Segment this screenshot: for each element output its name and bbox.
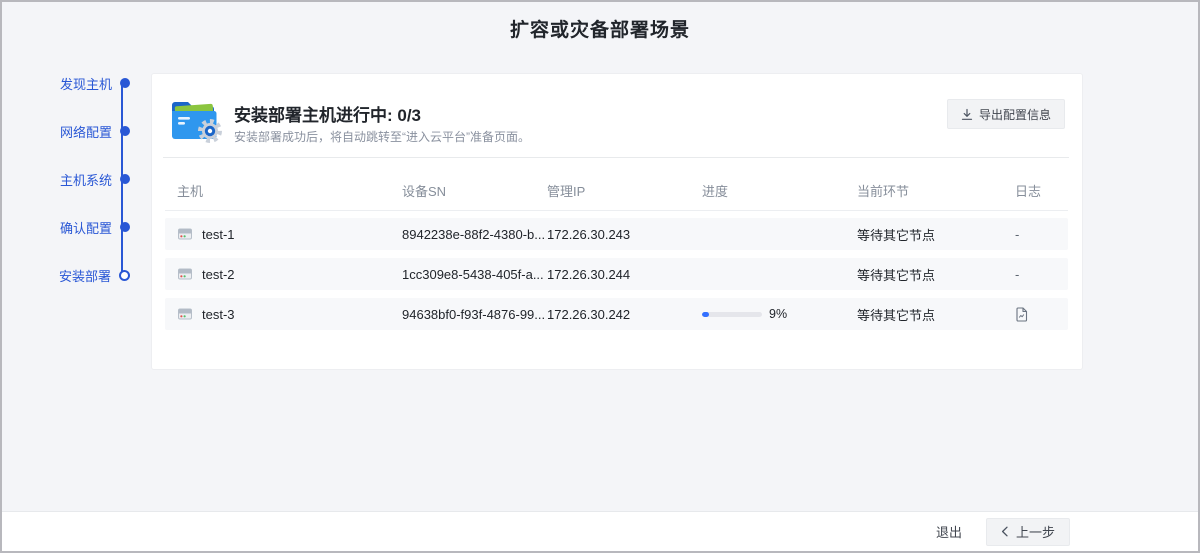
stepper-item-dot bbox=[119, 270, 130, 281]
host-icon bbox=[177, 306, 193, 322]
log-empty: - bbox=[1015, 227, 1019, 242]
table-row: test-2 1cc309e8-5438-405f-a... 172.26.30… bbox=[165, 258, 1068, 290]
host-name: test-1 bbox=[202, 227, 235, 242]
stepper-item: 网络配置 bbox=[56, 124, 130, 138]
log-file-icon[interactable] bbox=[1015, 307, 1028, 322]
column-header: 进度 bbox=[702, 181, 857, 200]
management-ip: 172.26.30.244 bbox=[547, 267, 702, 282]
current-stage: 等待其它节点 bbox=[857, 265, 1015, 284]
log-cell: - bbox=[1015, 267, 1068, 282]
export-config-label: 导出配置信息 bbox=[979, 106, 1051, 123]
stepper-item-dot bbox=[120, 78, 130, 88]
current-stage: 等待其它节点 bbox=[857, 305, 1015, 324]
host-name: test-3 bbox=[202, 307, 235, 322]
table-header-row: 主机设备SN管理IP进度当前环节日志 bbox=[165, 170, 1068, 210]
download-icon bbox=[961, 108, 973, 121]
host-name: test-2 bbox=[202, 267, 235, 282]
log-cell bbox=[1015, 307, 1068, 322]
progress-bar bbox=[702, 312, 762, 317]
column-header: 管理IP bbox=[547, 181, 702, 200]
stepper-item-dot bbox=[120, 174, 130, 184]
host-cell: test-2 bbox=[177, 266, 402, 282]
current-stage: 等待其它节点 bbox=[857, 225, 1015, 244]
progress-value: 9% bbox=[769, 307, 787, 321]
table-header-divider bbox=[165, 210, 1068, 211]
host-cell: test-3 bbox=[177, 306, 402, 322]
table-row: test-1 8942238e-88f2-4380-b... 172.26.30… bbox=[165, 218, 1068, 250]
table-body: test-1 8942238e-88f2-4380-b... 172.26.30… bbox=[165, 218, 1068, 330]
stepper-item-dot bbox=[120, 222, 130, 232]
host-cell: test-1 bbox=[177, 226, 402, 242]
table-row: test-3 94638bf0-f93f-4876-99... 172.26.3… bbox=[165, 298, 1068, 330]
stepper-item: 确认配置 bbox=[56, 220, 130, 234]
stepper-item-label: 发现主机 bbox=[60, 74, 112, 93]
panel-title: 安装部署主机进行中: 0/3 bbox=[234, 101, 421, 126]
management-ip: 172.26.30.242 bbox=[547, 307, 702, 322]
divider bbox=[163, 157, 1069, 158]
stepper-item: 发现主机 bbox=[56, 76, 130, 90]
stepper-item-dot bbox=[120, 126, 130, 136]
device-sn: 8942238e-88f2-4380-b... bbox=[402, 227, 547, 242]
progress-cell: 9% bbox=[702, 307, 857, 321]
footer: 退出 上一步 bbox=[2, 511, 1198, 551]
panel-subtitle: 安装部署成功后，将自动跳转至“进入云平台”准备页面。 bbox=[234, 128, 530, 145]
hosts-table: 主机设备SN管理IP进度当前环节日志 test-1 8942238e-88f2-… bbox=[165, 170, 1068, 338]
column-header: 设备SN bbox=[402, 181, 547, 200]
management-ip: 172.26.30.243 bbox=[547, 227, 702, 242]
device-sn: 1cc309e8-5438-405f-a... bbox=[402, 267, 547, 282]
prev-step-label: 上一步 bbox=[1016, 522, 1055, 541]
column-header: 主机 bbox=[177, 181, 402, 200]
device-sn: 94638bf0-f93f-4876-99... bbox=[402, 307, 547, 322]
column-header: 日志 bbox=[1015, 181, 1068, 200]
folder-gear-icon bbox=[170, 98, 224, 144]
export-config-button[interactable]: 导出配置信息 bbox=[947, 99, 1065, 129]
host-icon bbox=[177, 266, 193, 282]
stepper-item-label: 安装部署 bbox=[59, 266, 111, 285]
log-empty: - bbox=[1015, 267, 1019, 282]
prev-step-button[interactable]: 上一步 bbox=[986, 518, 1070, 546]
stepper-item-label: 主机系统 bbox=[60, 170, 112, 189]
stepper-item: 主机系统 bbox=[56, 172, 130, 186]
column-header: 当前环节 bbox=[857, 181, 1015, 200]
page-title: 扩容或灾备部署场景 bbox=[2, 15, 1198, 42]
exit-button[interactable]: 退出 bbox=[936, 522, 962, 541]
stepper: 发现主机 网络配置 主机系统 确认配置 安装部署 bbox=[56, 76, 130, 316]
deploy-panel: 安装部署主机进行中: 0/3 安装部署成功后，将自动跳转至“进入云平台”准备页面… bbox=[152, 74, 1082, 369]
chevron-left-icon bbox=[1001, 526, 1009, 537]
stepper-item-label: 确认配置 bbox=[60, 218, 112, 237]
log-cell: - bbox=[1015, 227, 1068, 242]
host-icon bbox=[177, 226, 193, 242]
stepper-item: 安装部署 bbox=[56, 268, 130, 282]
page: 扩容或灾备部署场景 发现主机 网络配置 主机系统 确认配置 安装部署 bbox=[0, 0, 1200, 553]
stepper-item-label: 网络配置 bbox=[60, 122, 112, 141]
